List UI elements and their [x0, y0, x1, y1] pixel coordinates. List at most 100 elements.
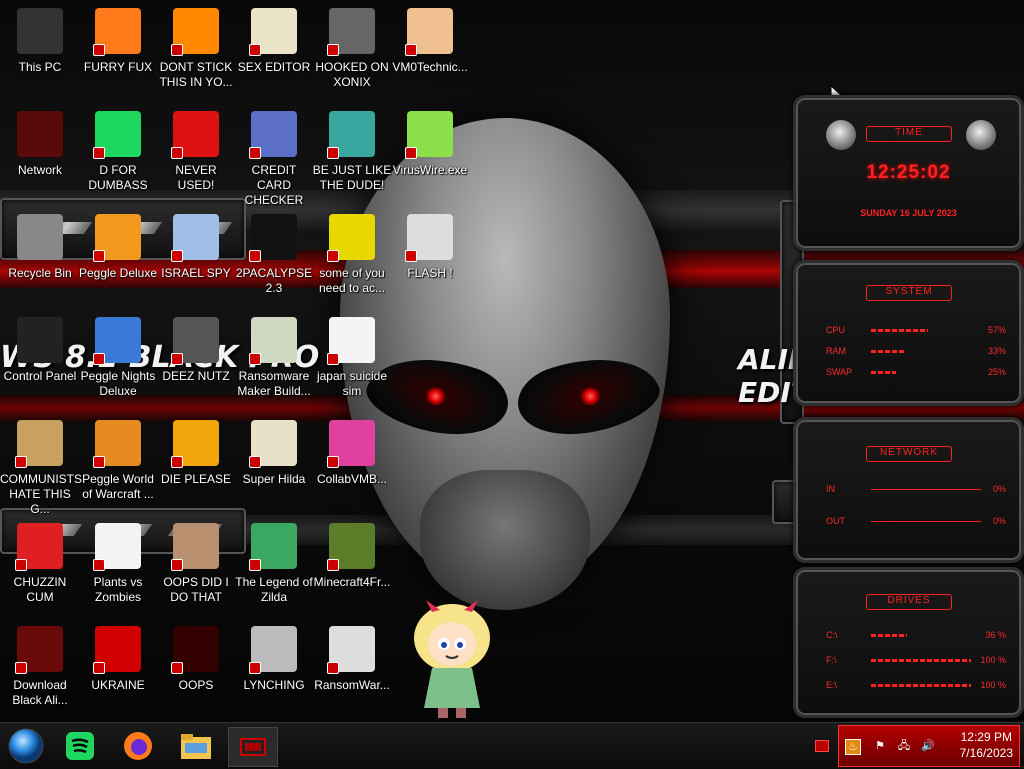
desktop-icon-label: Network: [17, 163, 62, 177]
shortcut-arrow-icon: [249, 250, 261, 262]
desktop-icon-label: Ransomware Maker Build...: [237, 369, 311, 398]
desktop-icon-label: DIE PLEASE: [160, 472, 232, 486]
desktop-icon[interactable]: Ransomware Maker Build...: [234, 317, 314, 399]
system-row-bar: [871, 350, 904, 353]
desktop-icon-label: Super Hilda: [242, 472, 306, 486]
time-gadget[interactable]: TIME 12:25:02 SUNDAY 16 JULY 2023: [793, 95, 1024, 251]
desktop-icon[interactable]: CREDIT CARD CHECKER: [234, 111, 314, 208]
hxd-editor-icon: [249, 8, 297, 56]
desktop-icon[interactable]: CollabVMB...: [312, 420, 392, 487]
system-row-label: CPU: [826, 325, 846, 335]
desktop-icon[interactable]: Control Panel: [0, 317, 80, 384]
desktop-icon[interactable]: japan suicide sim: [312, 317, 392, 399]
gadget-date: SUNDAY 16 JULY 2023: [860, 208, 957, 218]
system-gadget-title: SYSTEM: [866, 285, 952, 301]
window-app-icon: [249, 317, 297, 365]
desktop-icon[interactable]: UKRAINE: [78, 626, 158, 693]
system-row: SWAP 25%: [826, 367, 1006, 377]
gadget-clock: 12:25:02: [866, 162, 951, 183]
desktop-icon[interactable]: DEEZ NUTZ: [156, 317, 236, 384]
shortcut-arrow-icon: [249, 456, 261, 468]
desktop-icon[interactable]: Download Black Ali...: [0, 626, 80, 708]
desktop-icon[interactable]: D FOR DUMBASS: [78, 111, 158, 193]
desktop-icon[interactable]: CHUZZIN CUM: [0, 523, 80, 605]
volume-icon[interactable]: 🔊: [921, 739, 935, 753]
desktop-icon[interactable]: 2PACALYPSE 2.3: [234, 214, 314, 296]
terminal-icon: [249, 214, 297, 262]
shortcut-arrow-icon: [171, 250, 183, 262]
system-gadget[interactable]: SYSTEM CPU 57% RAM 33% SWAP 25%: [793, 260, 1024, 406]
show-hidden-icons-icon[interactable]: [815, 740, 829, 752]
desktop-icon-label: VM0Technic...: [392, 60, 468, 74]
desktop-icon[interactable]: Recycle Bin: [0, 214, 80, 281]
alien-ball-icon: [826, 120, 856, 150]
system-row-bar: [871, 329, 928, 332]
start-button[interactable]: [2, 727, 50, 765]
desktop-icon[interactable]: FLASH !: [390, 214, 470, 281]
desktop-icon[interactable]: Super Hilda: [234, 420, 314, 487]
desktop-icon[interactable]: some of you need to ac...: [312, 214, 392, 296]
desktop: WS 8.1 BLACK PRO ALIENWARE EDITION 2 Thi…: [0, 0, 1024, 722]
desktop-icon[interactable]: Minecraft4Fr...: [312, 523, 392, 590]
vlc-cone-icon: [171, 8, 219, 56]
desktop-icon-label: CREDIT CARD CHECKER: [244, 163, 304, 207]
network-row-value: 0%: [992, 516, 1006, 526]
system-row-bar: [871, 371, 896, 374]
desktop-icon[interactable]: OOPS: [156, 626, 236, 693]
taskbar-clock[interactable]: 12:29 PM 7/16/2023: [960, 729, 1013, 761]
desktop-icon-label: CHUZZIN CUM: [13, 575, 67, 604]
desktop-icon[interactable]: This PC: [0, 8, 80, 75]
desktop-icon[interactable]: OOPS DID I DO THAT: [156, 523, 236, 605]
network-row-label: OUT: [826, 516, 845, 526]
drives-row-label: E:\: [826, 680, 838, 690]
peggle-icon: [93, 214, 141, 262]
desktop-icon-label: Download Black Ali...: [12, 678, 68, 707]
desktop-icon[interactable]: VM0Technic...: [390, 8, 470, 75]
taskbar-active-app[interactable]: [228, 727, 278, 767]
desktop-icon[interactable]: Peggle World of Warcraft ...: [78, 420, 158, 502]
start-orb-icon: [8, 728, 44, 764]
taskbar-file-explorer[interactable]: [172, 727, 220, 765]
network-icon[interactable]: 🖧: [897, 739, 911, 753]
tray-app-icon[interactable]: ♨: [845, 739, 861, 755]
drives-row-bar: [871, 684, 971, 687]
drives-row-label: C:\: [826, 630, 838, 640]
action-center-flag-icon[interactable]: ⚑: [873, 739, 887, 753]
desktop-icon[interactable]: DONT STICK THIS IN YO...: [156, 8, 236, 90]
desktop-icon[interactable]: ISRAEL SPY: [156, 214, 236, 281]
desktop-icon[interactable]: RansomWar...: [312, 626, 392, 693]
desktop-icon[interactable]: VirusWire.exe: [390, 111, 470, 178]
desktop-icon[interactable]: Network: [0, 111, 80, 178]
desktop-icon[interactable]: COMMUNISTS HATE THIS G...: [0, 420, 82, 517]
desktop-icon[interactable]: FURRY FUX: [78, 8, 158, 75]
taskbar-firefox[interactable]: [114, 727, 162, 765]
desktop-icon-label: The Legend of Zilda: [235, 575, 313, 604]
taskbar-spotify[interactable]: [56, 727, 104, 765]
desktop-icon[interactable]: DIE PLEASE: [156, 420, 236, 487]
taskbar: ♨ ⚑ 🖧 🔊 12:29 PM 7/16/2023: [0, 722, 1024, 769]
desktop-icon[interactable]: Peggle Nights Deluxe: [78, 317, 158, 399]
drives-gadget[interactable]: DRIVES C:\ 36 % F:\ 100 % E:\ 100 %: [793, 567, 1024, 718]
desktop-icon[interactable]: NEVER USED!: [156, 111, 236, 193]
windows-stack-icon: [171, 317, 219, 365]
doctor-person-icon: [405, 8, 453, 56]
desktop-icon-label: VirusWire.exe: [392, 163, 468, 177]
desktop-icon[interactable]: Plants vs Zombies: [78, 523, 158, 605]
desktop-icon[interactable]: HOOKED ON XONIX: [312, 8, 392, 90]
desktop-icon-label: japan suicide sim: [316, 369, 388, 398]
shortcut-arrow-icon: [249, 559, 261, 571]
network-gadget[interactable]: NETWORK IN 0% OUT 0%: [793, 417, 1024, 563]
shortcut-arrow-icon: [171, 147, 183, 159]
desktop-icon[interactable]: SEX EDITOR: [234, 8, 314, 75]
shortcut-arrow-icon: [249, 147, 261, 159]
shortcut-arrow-icon: [171, 353, 183, 365]
desktop-icon-label: Minecraft4Fr...: [313, 575, 391, 589]
network-row: IN 0%: [826, 484, 1006, 494]
desktop-icon[interactable]: BE JUST LIKE THE DUDE!: [312, 111, 392, 193]
shortcut-arrow-icon: [171, 559, 183, 571]
desktop-icon[interactable]: LYNCHING: [234, 626, 314, 693]
desktop-icon[interactable]: Peggle Deluxe: [78, 214, 158, 281]
drives-row-value: 100 %: [980, 680, 1006, 690]
desktop-icon-label: Recycle Bin: [8, 266, 72, 280]
desktop-icon[interactable]: The Legend of Zilda: [234, 523, 314, 605]
